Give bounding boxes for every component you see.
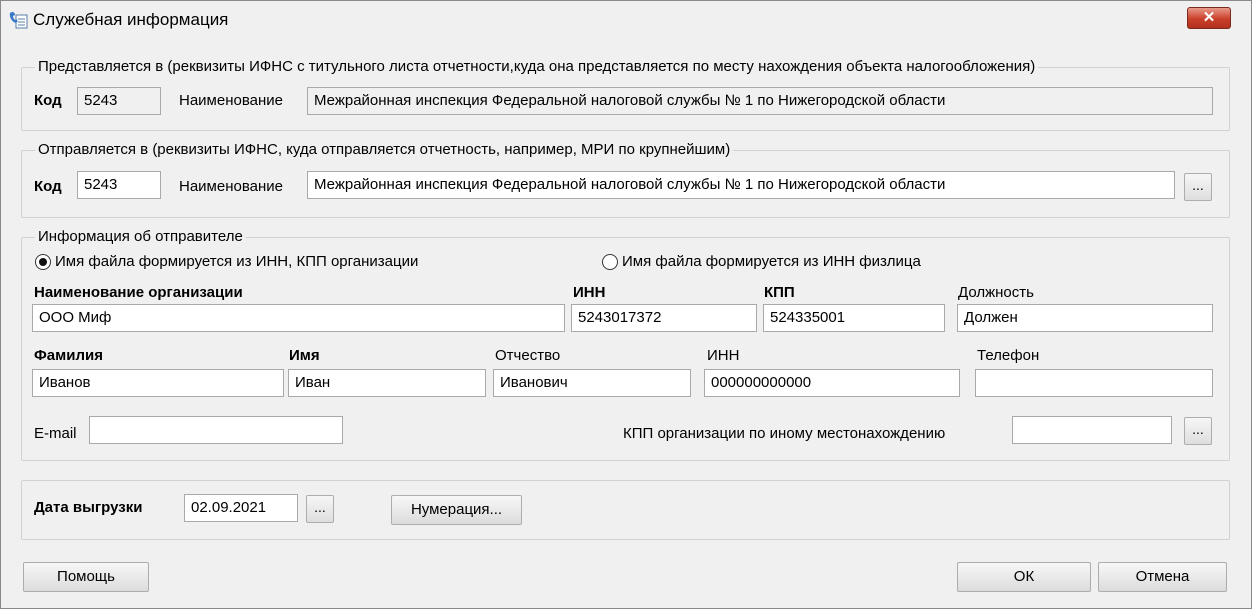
inn-input[interactable]: 5243017372 <box>571 304 757 332</box>
person-inn-label: ИНН <box>707 347 740 364</box>
surname-label: Фамилия <box>34 347 103 364</box>
patronymic-input[interactable]: Иванович <box>493 369 691 397</box>
position-input[interactable]: Должен <box>957 304 1213 332</box>
kpp-other-label: КПП организации по иному местонахождению <box>623 425 946 442</box>
sent-code-input[interactable]: 5243 <box>77 171 161 199</box>
surname-input[interactable]: Иванов <box>32 369 284 397</box>
document-phone-icon <box>9 11 28 29</box>
export-date-browse-button[interactable]: ... <box>306 495 334 523</box>
org-name-input[interactable]: ООО Миф <box>32 304 565 332</box>
phone-label: Телефон <box>977 347 1040 364</box>
inn-label: ИНН <box>573 284 606 301</box>
export-date-input[interactable]: 02.09.2021 <box>184 494 298 522</box>
email-label: E-mail <box>34 425 77 442</box>
presented-code-field: 5243 <box>77 87 161 115</box>
org-name-label: Наименование организации <box>34 284 243 301</box>
sent-to-legend: Отправляется в (реквизиты ИФНС, куда отп… <box>35 141 734 158</box>
patronymic-label: Отчество <box>495 347 561 364</box>
radio-org-label[interactable]: Имя файла формируется из ИНН, КПП органи… <box>55 253 418 270</box>
kpp-input[interactable]: 524335001 <box>763 304 945 332</box>
numbering-button[interactable]: Нумерация... <box>391 495 522 525</box>
sent-code-label: Код <box>34 178 62 195</box>
service-info-dialog: Служебная информация ✕ Представляется в … <box>0 0 1252 609</box>
sent-name-input[interactable]: Межрайонная инспекция Федеральной налого… <box>307 171 1175 199</box>
title-bar: Служебная информация ✕ <box>1 1 1251 39</box>
firstname-input[interactable]: Иван <box>288 369 486 397</box>
firstname-label: Имя <box>289 347 320 364</box>
export-date-label: Дата выгрузки <box>34 499 143 516</box>
window-title: Служебная информация <box>33 10 229 29</box>
phone-input[interactable] <box>975 369 1213 397</box>
kpp-other-browse-button[interactable]: ... <box>1184 417 1212 445</box>
radio-person-button[interactable] <box>602 254 618 270</box>
close-button[interactable]: ✕ <box>1187 7 1231 29</box>
radio-org-button[interactable] <box>35 254 51 270</box>
cancel-button[interactable]: Отмена <box>1098 562 1227 592</box>
kpp-other-input[interactable] <box>1012 416 1172 444</box>
kpp-label: КПП <box>764 284 795 301</box>
radio-person-label[interactable]: Имя файла формируется из ИНН физлица <box>622 253 921 270</box>
sent-name-label: Наименование <box>179 178 283 195</box>
sent-to-browse-button[interactable]: ... <box>1184 173 1212 201</box>
ok-button[interactable]: ОК <box>957 562 1091 592</box>
presented-code-label: Код <box>34 92 62 109</box>
position-label: Должность <box>958 284 1034 301</box>
help-button[interactable]: Помощь <box>23 562 149 592</box>
presented-to-legend: Представляется в (реквизиты ИФНС с титул… <box>35 58 1039 75</box>
presented-name-field: Межрайонная инспекция Федеральной налого… <box>307 87 1213 115</box>
presented-name-label: Наименование <box>179 92 283 109</box>
person-inn-input[interactable]: 000000000000 <box>704 369 960 397</box>
email-input[interactable] <box>89 416 343 444</box>
sender-legend: Информация об отправителе <box>35 228 246 245</box>
